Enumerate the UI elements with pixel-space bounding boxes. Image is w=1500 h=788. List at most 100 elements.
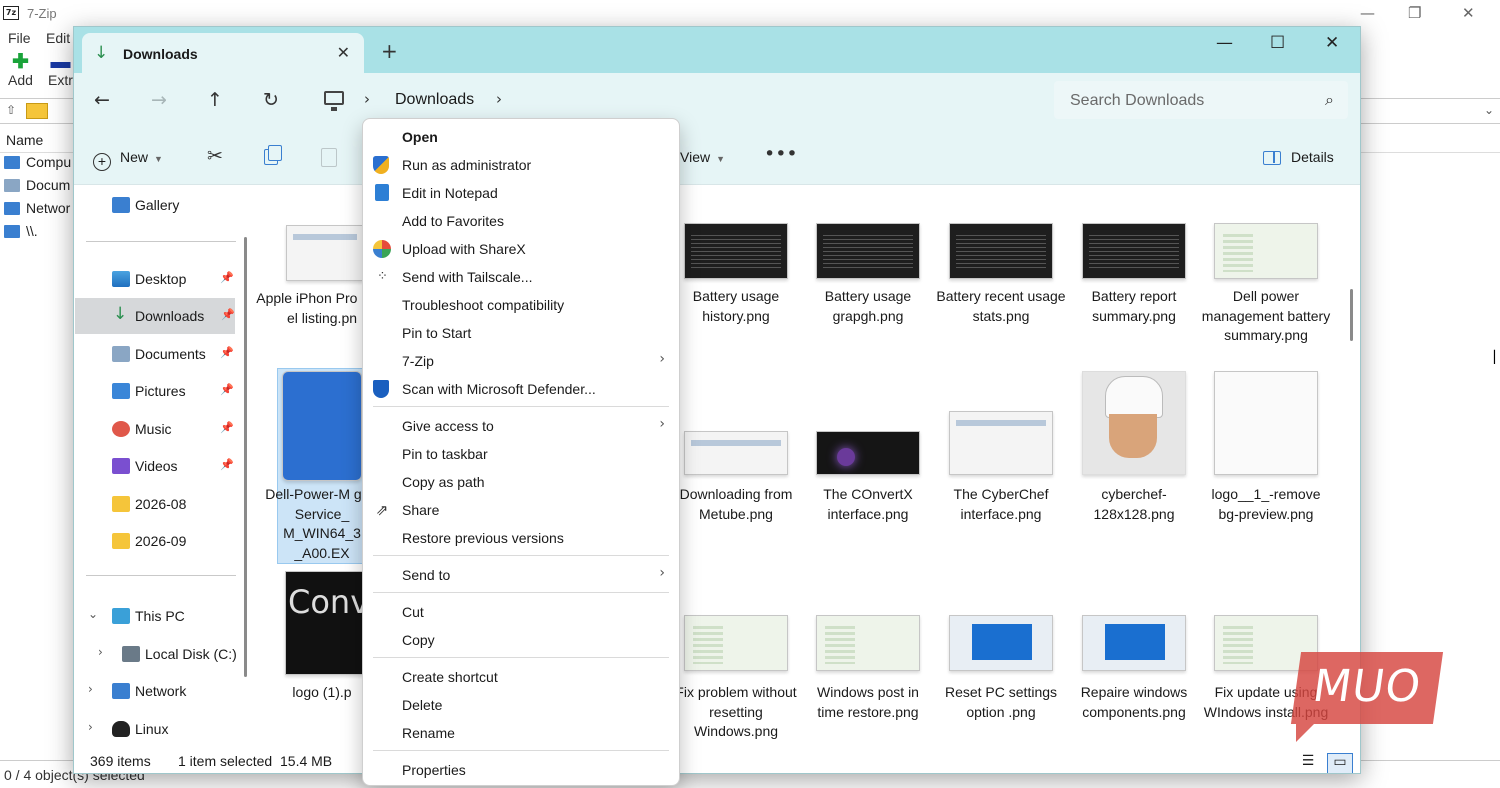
sidebar-item-this-pc[interactable]: ⌄ This PC [74, 598, 246, 634]
sidebar-item-downloads[interactable]: ↓ Downloads 📌 [75, 298, 235, 334]
menu-item-run-as-admin[interactable]: Run as administrator [363, 152, 679, 178]
chevron-right-icon[interactable]: › [496, 90, 502, 108]
file-name[interactable]: Reset PC settings option .png [935, 683, 1067, 722]
file-name[interactable]: Battery usage history.png [670, 287, 802, 326]
file-thumbnail[interactable] [684, 223, 788, 279]
file-thumbnail[interactable] [949, 411, 1053, 475]
chevron-right-icon[interactable]: › [88, 682, 93, 696]
menu-item-pin-taskbar[interactable]: Pin to taskbar [363, 441, 679, 467]
menu-item-defender[interactable]: Scan with Microsoft Defender... [363, 376, 679, 402]
sidebar-item-2026-08[interactable]: 2026-08 [74, 486, 246, 522]
file-thumbnail[interactable] [949, 223, 1053, 279]
menu-item-copy[interactable]: Copy [363, 627, 679, 653]
menu-item-delete[interactable]: Delete [363, 692, 679, 718]
forward-arrow-icon[interactable]: → [151, 89, 167, 111]
search-input[interactable]: Search Downloads ⌕ [1054, 81, 1348, 119]
7zip-up-icon[interactable]: ⇧ [6, 103, 16, 117]
tab-close-icon[interactable]: ✕ [337, 43, 350, 62]
close-button[interactable]: ✕ [1325, 33, 1339, 53]
chevron-right-icon[interactable]: › [364, 90, 370, 108]
menu-item-sharex[interactable]: Upload with ShareX [363, 236, 679, 262]
maximize-button[interactable]: ☐ [1270, 33, 1285, 53]
7zip-menu-edit[interactable]: Edit [46, 30, 70, 46]
more-options-icon[interactable]: ••• [764, 143, 798, 165]
menu-item-pin-start[interactable]: Pin to Start [363, 320, 679, 346]
file-name[interactable]: Battery report summary.png [1068, 287, 1200, 326]
back-arrow-icon[interactable]: ← [94, 89, 110, 111]
sidebar-item-linux[interactable]: › Linux [74, 711, 246, 747]
search-icon[interactable]: ⌕ [1325, 90, 1334, 110]
paste-icon[interactable] [321, 148, 337, 167]
menu-item-troubleshoot[interactable]: Troubleshoot compatibility [363, 292, 679, 318]
7zip-row[interactable]: Docum [4, 177, 70, 193]
file-thumbnail[interactable] [816, 431, 920, 475]
file-name[interactable]: cyberchef-128x128.png [1068, 485, 1200, 524]
7zip-close-button[interactable]: ✕ [1462, 4, 1475, 22]
sidebar-item-gallery[interactable]: Gallery [74, 187, 246, 223]
new-button[interactable]: + New ▼ [93, 149, 163, 171]
chevron-down-icon[interactable]: ⌄ [88, 607, 98, 621]
breadcrumb-downloads[interactable]: Downloads [395, 91, 474, 109]
file-name[interactable]: The COnvertX interface.png [802, 485, 934, 524]
7zip-add-button[interactable]: ✚ Add [8, 52, 33, 88]
copy-icon[interactable] [264, 145, 282, 165]
menu-item-share[interactable]: ⇗ Share [363, 497, 679, 523]
new-tab-button[interactable]: + [381, 39, 398, 63]
up-arrow-icon[interactable]: ↑ [207, 89, 223, 111]
menu-item-edit-notepad[interactable]: Edit in Notepad [363, 180, 679, 206]
menu-item-send-to[interactable]: Send to › [363, 562, 679, 588]
tiles-view-icon[interactable]: ▭ [1327, 753, 1353, 773]
file-thumbnail[interactable] [816, 615, 920, 671]
file-thumbnail[interactable] [1214, 371, 1318, 475]
sidebar-item-desktop[interactable]: Desktop 📌 [74, 261, 246, 297]
menu-item-properties[interactable]: Properties [363, 757, 679, 783]
file-thumbnail[interactable] [1082, 615, 1186, 671]
sidebar-item-network[interactable]: › Network [74, 673, 246, 709]
chevron-right-icon[interactable]: › [88, 720, 93, 734]
file-name[interactable]: Dell power management battery summary.pn… [1200, 287, 1332, 346]
file-thumbnail[interactable] [684, 615, 788, 671]
tab-downloads[interactable]: ↓ Downloads ✕ [82, 33, 364, 73]
menu-item-add-favorites[interactable]: Add to Favorites [363, 208, 679, 234]
file-name[interactable]: Windows post in time restore.png [802, 683, 934, 722]
7zip-minimize-button[interactable]: — [1360, 4, 1375, 22]
details-view-icon[interactable]: ☰ [1295, 753, 1321, 773]
cut-icon[interactable]: ✂ [207, 145, 223, 167]
menu-item-give-access[interactable]: Give access to › [363, 413, 679, 439]
file-thumbnail[interactable] [1082, 223, 1186, 279]
refresh-icon[interactable]: ↻ [263, 89, 279, 111]
file-thumbnail[interactable] [684, 431, 788, 475]
file-name[interactable]: Repaire windows components.png [1068, 683, 1200, 722]
sidebar-item-2026-09[interactable]: 2026-09 [74, 523, 246, 559]
7zip-menu-file[interactable]: File [8, 30, 31, 46]
menu-item-cut[interactable]: Cut [363, 599, 679, 625]
file-name[interactable]: The CyberChef interface.png [935, 485, 1067, 524]
file-thumbnail[interactable]: Conver [285, 571, 363, 675]
7zip-dropdown-icon[interactable]: ⌄ [1484, 103, 1494, 117]
menu-item-7zip[interactable]: 7-Zip › [363, 348, 679, 374]
menu-item-open[interactable]: Open [363, 124, 679, 150]
sidebar-item-pictures[interactable]: Pictures 📌 [74, 373, 246, 409]
file-name[interactable]: Battery recent usage stats.png [935, 287, 1067, 326]
view-button[interactable]: View ▼ [680, 149, 725, 165]
7zip-extract-button[interactable]: ▬ Extr [48, 52, 73, 88]
chevron-right-icon[interactable]: › [98, 645, 103, 659]
file-thumbnail[interactable] [816, 223, 920, 279]
sidebar-scrollbar[interactable] [244, 237, 247, 677]
file-name[interactable]: logo__1_-remove bg-preview.png [1200, 485, 1332, 524]
7zip-restore-button[interactable]: ❐ [1408, 4, 1421, 22]
file-name[interactable]: Downloading from Metube.png [670, 485, 802, 524]
7zip-row[interactable]: Compu [4, 154, 71, 170]
pin-icon[interactable]: 📌 [220, 383, 234, 396]
this-pc-icon[interactable] [324, 91, 344, 111]
menu-item-tailscale[interactable]: ⁘ Send with Tailscale... [363, 264, 679, 290]
menu-item-create-shortcut[interactable]: Create shortcut [363, 664, 679, 690]
content-scrollbar[interactable] [1350, 289, 1353, 341]
file-thumbnail[interactable] [1214, 223, 1318, 279]
file-thumbnail[interactable] [949, 615, 1053, 671]
7zip-row[interactable]: Networ [4, 200, 70, 216]
7zip-name-column[interactable]: Name [6, 132, 43, 148]
sidebar-item-videos[interactable]: Videos 📌 [74, 448, 246, 484]
file-name[interactable]: Battery usage grapgh.png [802, 287, 934, 326]
pin-icon[interactable]: 📌 [220, 421, 234, 434]
